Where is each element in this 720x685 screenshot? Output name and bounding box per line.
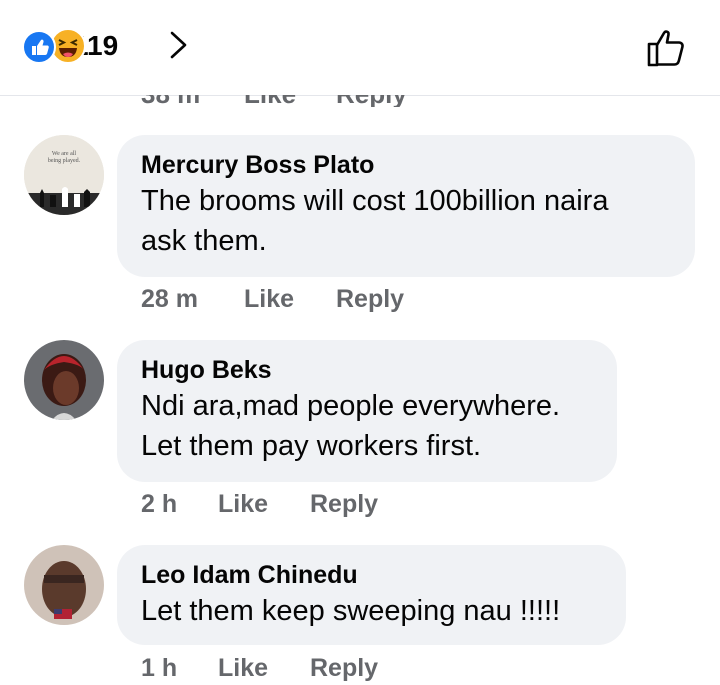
reply-link[interactable]: Reply <box>310 654 378 683</box>
comment-author[interactable]: Leo Idam Chinedu <box>141 559 602 591</box>
like-link[interactable]: Like <box>244 95 296 107</box>
like-link[interactable]: Like <box>218 654 268 683</box>
comment-time[interactable]: 2 h <box>141 490 177 519</box>
comment-text-line: Let them pay workers first. <box>141 430 482 462</box>
comment-author[interactable]: Hugo Beks <box>141 354 593 386</box>
comment-author[interactable]: Mercury Boss Plato <box>141 149 671 181</box>
thumbs-up-icon[interactable] <box>644 24 690 70</box>
reply-link[interactable]: Reply <box>310 490 378 519</box>
comment-time: 38 m <box>141 95 200 107</box>
previous-comment-actions: 38 m Like Reply <box>0 95 720 107</box>
comment-time[interactable]: 28 m <box>141 285 198 314</box>
avatar[interactable]: We are all being played. <box>24 135 104 215</box>
comment-bubble[interactable]: Leo Idam Chinedu Let them keep sweeping … <box>117 545 626 645</box>
chevron-right-icon[interactable] <box>168 30 190 60</box>
comment-text-line: The brooms will cost 100billion naira <box>141 185 609 217</box>
like-link[interactable]: Like <box>244 285 294 314</box>
reactions-header: 119 <box>0 0 720 96</box>
comment-time[interactable]: 1 h <box>141 654 177 683</box>
like-link[interactable]: Like <box>218 490 268 519</box>
reply-link[interactable]: Reply <box>336 95 407 107</box>
comment-text-line: Let them keep sweeping nau !!!!! <box>141 595 561 627</box>
reply-link[interactable]: Reply <box>336 285 404 314</box>
avatar[interactable] <box>24 340 104 420</box>
comment-text-line: ask them. <box>141 225 267 257</box>
avatar-caption-line-2: being played. <box>48 158 81 164</box>
comment-bubble[interactable]: Mercury Boss Plato The brooms will cost … <box>117 135 695 277</box>
avatar[interactable] <box>24 545 104 625</box>
comment-bubble[interactable]: Hugo Beks Ndi ara,mad people everywhere.… <box>117 340 617 482</box>
like-reaction-icon <box>22 30 56 64</box>
avatar-caption-line-1: We are all <box>52 151 77 157</box>
comment-text-line: Ndi ara,mad people everywhere. <box>141 390 561 422</box>
